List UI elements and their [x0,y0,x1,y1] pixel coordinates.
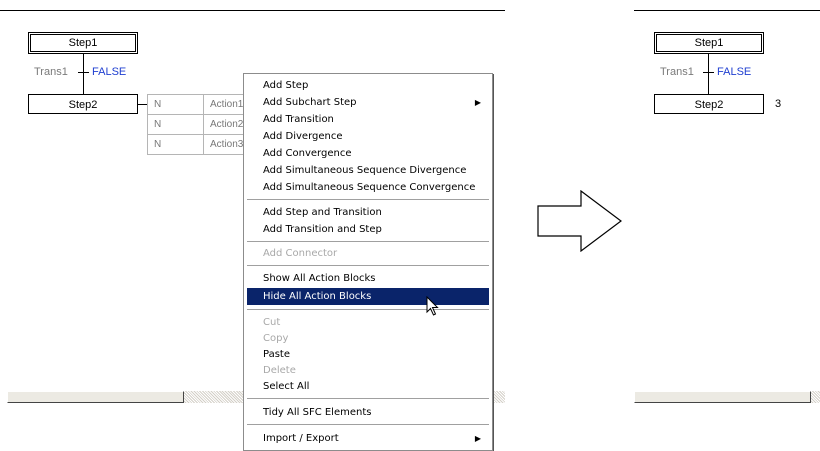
action-qualifier[interactable]: N [147,114,204,135]
menu-item-add-divergence[interactable]: Add Divergence [247,128,489,145]
scrollbar-thumb[interactable] [634,391,811,403]
submenu-arrow-icon: ▶ [474,98,481,107]
menu-item-add-convergence[interactable]: Add Convergence [247,145,489,162]
menu-item-label: Add Connector [263,248,338,259]
menu-item-label: Tidy All SFC Elements [263,407,372,418]
step2-step[interactable]: Step2 [654,94,764,114]
step1-initial-step[interactable]: Step1 [654,32,764,54]
menu-item-add-step[interactable]: Add Step [247,77,489,94]
step-connector-line [708,54,709,94]
menu-item-label: Copy [263,333,289,344]
menu-item-label: Show All Action Blocks [263,273,376,284]
action-qualifier[interactable]: N [147,134,204,155]
menu-separator [247,241,489,243]
menu-separator [247,199,489,201]
step-connector-line [83,54,84,94]
menu-item-label: Add Step [263,80,309,91]
menu-item-tidy-all-sfc-elements[interactable]: Tidy All SFC Elements [247,404,489,421]
menu-item-label: Add Simultaneous Sequence Divergence [263,165,467,176]
menu-item-add-step-and-transition[interactable]: Add Step and Transition [247,204,489,221]
menu-item-import-export[interactable]: Import / Export ▶ [247,430,489,447]
menu-item-hide-all-action-blocks[interactable]: Hide All Action Blocks [247,288,489,305]
submenu-arrow-icon: ▶ [474,434,481,443]
step1-label: Step1 [68,37,98,49]
menu-item-label: Add Subchart Step [263,97,357,108]
menu-item-label: Delete [263,365,296,376]
hidden-action-count[interactable]: 3 [775,98,781,110]
menu-item-label: Add Step and Transition [263,207,382,218]
transition-name[interactable]: Trans1 [34,66,68,78]
menu-item-add-connector[interactable]: Add Connector [247,245,489,262]
action-qualifier[interactable]: N [147,94,204,115]
menu-item-select-all[interactable]: Select All [247,378,489,395]
menu-separator [247,265,489,267]
transition-name[interactable]: Trans1 [660,66,694,78]
menu-item-label: Add Transition and Step [263,224,382,235]
transition-condition[interactable]: FALSE [92,66,126,78]
menu-separator [247,398,489,400]
menu-item-label: Add Transition [263,114,334,125]
menu-item-show-all-action-blocks[interactable]: Show All Action Blocks [247,270,489,287]
menu-item-delete[interactable]: Delete [247,362,489,379]
menu-item-label: Hide All Action Blocks [263,291,372,302]
mouse-pointer-icon [426,296,439,316]
scrollbar-track[interactable] [811,391,820,403]
step1-label: Step1 [694,37,724,49]
action-connector-line [138,104,147,105]
transition-bar[interactable] [703,72,714,73]
menu-item-copy[interactable]: Copy [247,330,489,347]
transition-bar[interactable] [78,72,89,73]
menu-item-add-sim-convergence[interactable]: Add Simultaneous Sequence Convergence [247,179,489,196]
menu-item-label: Add Divergence [263,131,343,142]
context-menu: Add Step Add Subchart Step ▶ Add Transiti… [243,73,493,451]
menu-item-label: Add Convergence [263,148,352,159]
menu-item-label: Import / Export [263,433,339,444]
menu-item-add-sim-divergence[interactable]: Add Simultaneous Sequence Divergence [247,162,489,179]
menu-item-paste[interactable]: Paste [247,346,489,363]
step2-label: Step2 [68,99,98,111]
menu-item-label: Add Simultaneous Sequence Convergence [263,182,476,193]
step2-label: Step2 [694,99,724,111]
menu-separator [247,424,489,426]
right-arrow-outline-icon [537,190,622,252]
right-horizontal-scrollbar[interactable] [634,391,820,403]
transition-condition[interactable]: FALSE [717,66,751,78]
menu-item-add-subchart-step[interactable]: Add Subchart Step ▶ [247,94,489,111]
menu-item-label: Cut [263,317,281,328]
step1-initial-step[interactable]: Step1 [28,32,138,54]
pane-top-border [634,10,820,11]
menu-separator [247,309,489,311]
menu-item-cut[interactable]: Cut [247,314,489,331]
scrollbar-thumb[interactable] [7,391,184,403]
step2-step[interactable]: Step2 [28,94,138,114]
menu-item-label: Paste [263,349,290,360]
menu-item-label: Select All [263,381,310,392]
menu-item-add-transition-and-step[interactable]: Add Transition and Step [247,221,489,238]
pane-top-border [0,10,505,11]
menu-item-add-transition[interactable]: Add Transition [247,111,489,128]
